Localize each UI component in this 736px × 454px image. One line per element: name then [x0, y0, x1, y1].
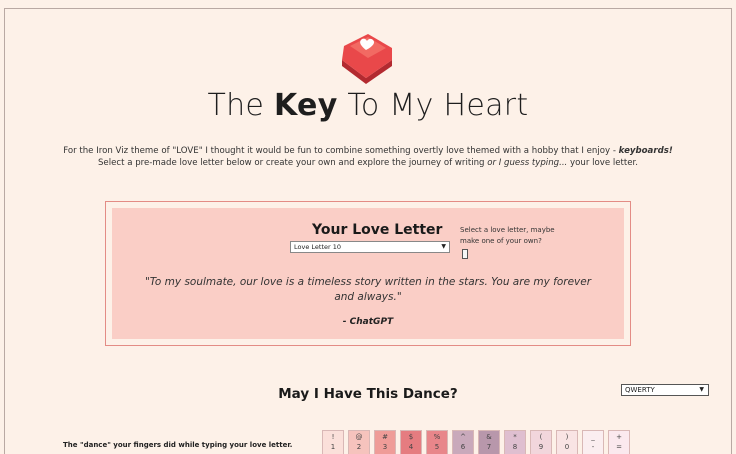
key-shift-char: &: [486, 433, 492, 441]
keyboard-key[interactable]: (9: [530, 430, 552, 454]
key-shift-char: (: [539, 433, 543, 441]
chevron-down-icon: ▼: [699, 386, 704, 393]
key-char: 2: [356, 443, 362, 451]
key-shift-char: #: [382, 433, 388, 441]
key-shift-char: !: [331, 433, 335, 441]
key-shift-char: $: [408, 433, 414, 441]
keyboard-key[interactable]: ! 1: [322, 430, 344, 454]
love-letter-panel: Your Love Letter Love Letter 10 ▼ Select…: [105, 201, 631, 346]
love-letter-quote: "To my soulmate, our love is a timeless …: [144, 276, 592, 303]
key-char: 9: [538, 443, 544, 451]
dance-description: The "dance" your fingers did while typin…: [63, 441, 293, 449]
keyboard-key[interactable]: * 8: [504, 430, 526, 454]
key-char: 6: [460, 443, 466, 451]
key-shift-char: _: [591, 433, 595, 441]
intro-line-2: Select a pre-made love letter below or c…: [97, 158, 639, 168]
love-letter-title: Your Love Letter: [312, 222, 443, 238]
love-letter-hint: Select a love letter, maybe make one of …: [460, 226, 555, 245]
keyboard-key[interactable]: + =: [608, 430, 630, 454]
key-shift-char: ^: [460, 433, 466, 441]
love-letter-card: Your Love Letter Love Letter 10 ▼ Select…: [112, 208, 624, 339]
keyboard-key[interactable]: ^ 6: [452, 430, 474, 454]
keyboard-key[interactable]: ) 0: [556, 430, 578, 454]
keyboard-key[interactable]: #3: [374, 430, 396, 454]
love-letter-selected-value: Love Letter 10: [294, 243, 342, 251]
key-char: 8: [512, 443, 518, 451]
key-shift-char: ): [565, 433, 569, 441]
keyboard-key[interactable]: & 7: [478, 430, 500, 454]
love-letter-dropdown[interactable]: Love Letter 10 ▼: [290, 241, 450, 253]
keyboard-key[interactable]: @2: [348, 430, 370, 454]
key-shift-char: %: [433, 433, 441, 441]
chevron-down-icon: ▼: [441, 243, 446, 250]
key-char: 1: [330, 443, 336, 451]
keyboard-key[interactable]: % 5: [426, 430, 448, 454]
key-char: -: [591, 443, 595, 451]
key-shift-char: *: [513, 433, 517, 441]
key-char: 3: [382, 443, 388, 451]
page-title: The Key To My Heart: [207, 88, 529, 123]
key-shift-char: @: [355, 433, 363, 441]
keyboard-layout-selected-value: QWERTY: [625, 386, 655, 394]
key-char: 4: [408, 443, 414, 451]
keyboard-key[interactable]: $4: [400, 430, 422, 454]
key-char: 7: [486, 443, 492, 451]
heart-keycap-icon: [342, 34, 392, 84]
keyboard-layout-dropdown[interactable]: QWERTY ▼: [621, 384, 709, 396]
intro-line-1: For the Iron Viz theme of "LOVE" I thoug…: [63, 146, 673, 156]
key-char: 0: [564, 443, 570, 451]
key-char: =: [616, 443, 622, 451]
love-letter-attribution: - ChatGPT: [342, 317, 394, 327]
key-shift-char: +: [616, 433, 622, 441]
custom-letter-input[interactable]: [462, 249, 468, 259]
keyboard-key[interactable]: _ -: [582, 430, 604, 454]
key-char: 5: [434, 443, 440, 451]
